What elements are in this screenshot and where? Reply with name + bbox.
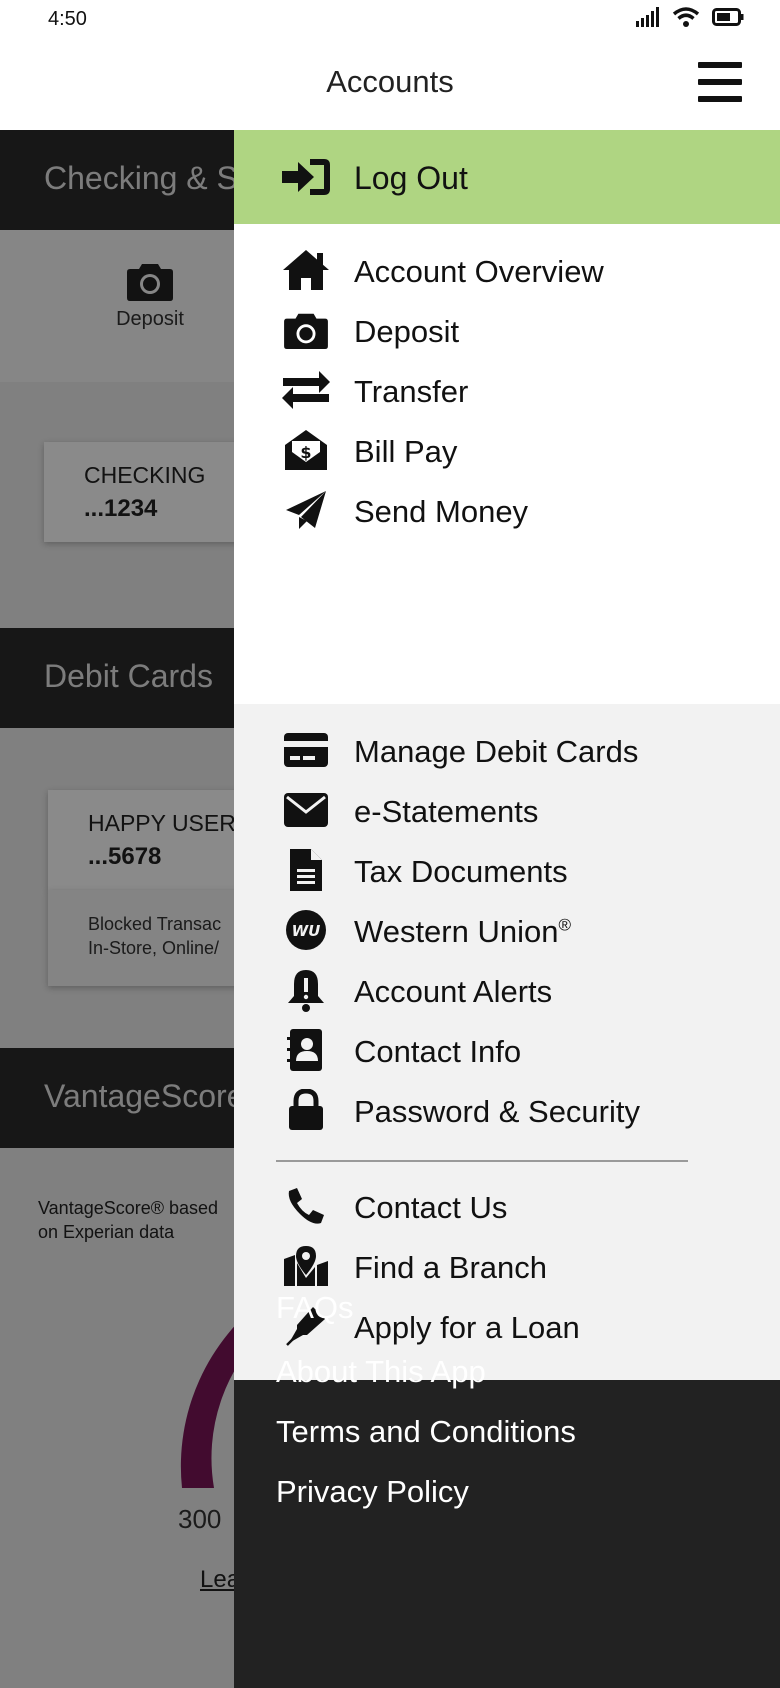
status-bar: 4:50 [0, 0, 780, 40]
menu-item-find-a-branch[interactable]: Find a Branch [234, 1236, 780, 1296]
western-union-icon: WU [280, 908, 332, 952]
envelope-dollar-icon: $ [280, 428, 332, 472]
signal-icon [636, 7, 660, 27]
menu-item-tax-documents[interactable]: Tax Documents [234, 840, 780, 900]
contact-book-icon [280, 1028, 332, 1072]
app-header: Accounts [0, 40, 780, 130]
logout-label: Log Out [354, 160, 468, 196]
transfer-arrows-icon [280, 368, 332, 412]
menu-divider [276, 1160, 688, 1162]
hamburger-menu-button[interactable] [696, 60, 744, 104]
footer-link-terms[interactable]: Terms and Conditions [276, 1414, 576, 1450]
credit-card-icon [280, 728, 332, 772]
page-title: Accounts [326, 64, 454, 99]
footer-link-about[interactable]: About This App [276, 1354, 486, 1390]
alert-bell-icon [280, 968, 332, 1012]
menu-item-western-union[interactable]: WU Western Union® [234, 900, 780, 960]
menu-item-send-money[interactable]: Send Money [234, 480, 780, 540]
menu-item-bill-pay[interactable]: $ Bill Pay [234, 420, 780, 480]
paper-plane-icon [280, 488, 332, 532]
menu-item-account-alerts[interactable]: Account Alerts [234, 960, 780, 1020]
status-time: 4:50 [48, 8, 87, 30]
home-icon [280, 248, 332, 292]
envelope-icon [280, 788, 332, 832]
footer-link-faqs[interactable]: FAQs [276, 1290, 354, 1326]
map-pin-icon [280, 1244, 332, 1288]
menu-item-contact-us[interactable]: Contact Us [234, 1176, 780, 1236]
document-icon [280, 848, 332, 892]
logout-button[interactable]: Log Out [234, 130, 780, 224]
hamburger-icon [698, 62, 742, 102]
menu-item-manage-debit-cards[interactable]: Manage Debit Cards [234, 720, 780, 780]
camera-icon [280, 308, 332, 352]
primary-menu-group: Account Overview Deposit Transfer $ Bill… [234, 224, 780, 704]
footer-link-privacy[interactable]: Privacy Policy [276, 1474, 469, 1510]
lock-icon [280, 1088, 332, 1132]
battery-icon [712, 8, 744, 26]
menu-item-contact-info[interactable]: Contact Info [234, 1020, 780, 1080]
wifi-icon [672, 6, 700, 28]
menu-item-e-statements[interactable]: e-Statements [234, 780, 780, 840]
menu-item-password-security[interactable]: Password & Security [234, 1080, 780, 1140]
menu-item-deposit[interactable]: Deposit [234, 300, 780, 360]
svg-text:WU: WU [292, 922, 321, 940]
menu-item-transfer[interactable]: Transfer [234, 360, 780, 420]
secondary-menu-group: Manage Debit Cards e-Statements Tax Docu… [234, 704, 780, 1380]
menu-item-account-overview[interactable]: Account Overview [234, 240, 780, 300]
svg-text:$: $ [300, 443, 311, 462]
sign-out-icon [280, 156, 332, 198]
status-icons [636, 6, 744, 28]
phone-icon [280, 1184, 332, 1228]
navigation-drawer: Log Out Account Overview Deposit Transfe… [234, 130, 780, 1688]
